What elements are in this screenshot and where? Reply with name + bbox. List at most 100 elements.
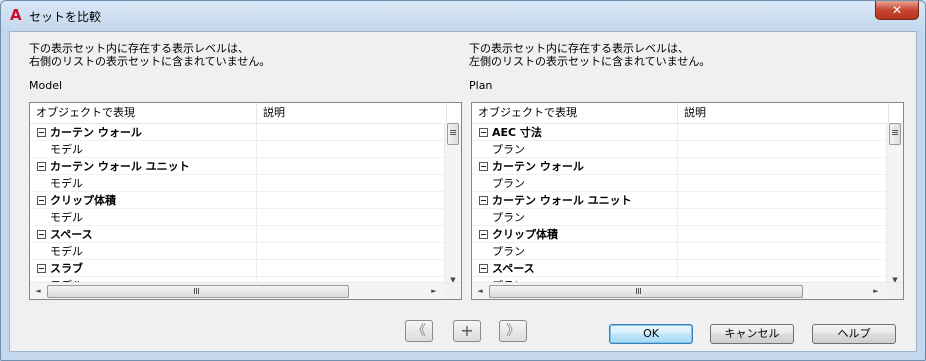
scroll-left-icon[interactable]: ◄ xyxy=(472,286,488,296)
group-row[interactable]: AEC 寸法 xyxy=(472,124,888,141)
row-label: クリップ体積 xyxy=(50,194,116,207)
row-label: AEC 寸法 xyxy=(492,126,542,139)
left-vertical-scrollbar[interactable]: ▲ ▼ xyxy=(444,123,461,285)
list-item[interactable]: モデル xyxy=(30,243,446,260)
column-separator xyxy=(256,226,257,242)
right-vscroll-thumb[interactable] xyxy=(889,123,901,145)
left-col-object[interactable]: オブジェクトで表現 xyxy=(30,103,257,123)
list-item[interactable]: プラン xyxy=(472,141,888,158)
list-item[interactable]: プラン xyxy=(472,175,888,192)
dialog-body: 下の表示セット内に存在する表示レベルは、 右側のリストの表示セットに含まれていま… xyxy=(9,31,917,352)
row-label: プラン xyxy=(492,211,525,224)
row-label: プラン xyxy=(492,177,525,190)
scroll-right-icon[interactable]: ► xyxy=(868,286,884,296)
collapse-icon[interactable] xyxy=(479,196,488,205)
group-row[interactable]: カーテン ウォール ユニット xyxy=(472,192,888,209)
move-left-button[interactable]: 《 xyxy=(405,320,433,342)
left-hscroll-thumb[interactable] xyxy=(47,285,349,298)
right-col-description[interactable]: 説明 xyxy=(678,103,889,123)
group-row[interactable]: スラブ xyxy=(30,260,446,277)
help-button[interactable]: ヘルプ xyxy=(812,324,896,344)
collapse-icon[interactable] xyxy=(37,264,46,273)
right-list-rows: AEC 寸法 プラン カーテン ウォール プラン カーテン ウォール ユニット プラン クリ… xyxy=(472,124,888,294)
group-row[interactable]: スペース xyxy=(472,260,888,277)
group-row[interactable]: クリップ体積 xyxy=(30,192,446,209)
column-separator xyxy=(677,175,678,191)
left-vscroll-thumb[interactable] xyxy=(447,123,459,145)
collapse-icon[interactable] xyxy=(37,196,46,205)
scroll-corner xyxy=(445,283,461,299)
list-item[interactable]: プラン xyxy=(472,243,888,260)
cancel-button[interactable]: キャンセル xyxy=(710,324,794,344)
title-bar: A セットを比較 ✕ xyxy=(1,1,925,31)
right-hscroll-thumb[interactable] xyxy=(489,285,803,298)
column-separator xyxy=(677,243,678,259)
column-separator xyxy=(256,209,257,225)
column-separator xyxy=(677,209,678,225)
group-row[interactable]: カーテン ウォール xyxy=(472,158,888,175)
group-row[interactable]: カーテン ウォール xyxy=(30,124,446,141)
row-label: モデル xyxy=(50,211,83,224)
left-description: 下の表示セット内に存在する表示レベルは、 右側のリストの表示セットに含まれていま… xyxy=(29,42,271,68)
column-separator xyxy=(677,141,678,157)
column-separator xyxy=(256,243,257,259)
right-horizontal-scrollbar[interactable]: ◄ ► xyxy=(472,282,903,299)
row-label: プラン xyxy=(492,143,525,156)
compare-sets-dialog: A セットを比較 ✕ 下の表示セット内に存在する表示レベルは、 右側のリストの表… xyxy=(0,0,926,361)
column-separator xyxy=(256,124,257,140)
column-separator xyxy=(256,175,257,191)
column-separator xyxy=(677,158,678,174)
collapse-icon[interactable] xyxy=(479,230,488,239)
row-label: プラン xyxy=(492,245,525,258)
list-item[interactable]: プラン xyxy=(472,209,888,226)
column-separator xyxy=(256,192,257,208)
row-label: スラブ xyxy=(50,262,83,275)
left-list-rows: カーテン ウォール モデル カーテン ウォール ユニット モデル クリップ体積 モデル スペ… xyxy=(30,124,446,294)
column-separator xyxy=(677,192,678,208)
column-separator xyxy=(256,141,257,157)
list-item[interactable]: モデル xyxy=(30,141,446,158)
column-separator xyxy=(256,158,257,174)
row-label: カーテン ウォール xyxy=(50,126,142,139)
scroll-right-icon[interactable]: ► xyxy=(426,286,442,296)
group-row[interactable]: カーテン ウォール ユニット xyxy=(30,158,446,175)
column-separator xyxy=(256,260,257,276)
list-item[interactable]: モデル xyxy=(30,175,446,192)
left-horizontal-scrollbar[interactable]: ◄ ► xyxy=(30,282,461,299)
left-list[interactable]: オブジェクトで表現 説明 カーテン ウォール モデル カーテン ウォール ユニットモ… xyxy=(29,102,462,300)
right-list[interactable]: オブジェクトで表現 説明 AEC 寸法 プラン カーテン ウォール プラン カーテン ウ… xyxy=(471,102,904,300)
row-label: カーテン ウォール ユニット xyxy=(492,194,632,207)
right-set-name: Plan xyxy=(469,79,493,92)
right-col-object[interactable]: オブジェクトで表現 xyxy=(472,103,678,123)
row-label: モデル xyxy=(50,143,83,156)
collapse-icon[interactable] xyxy=(37,162,46,171)
row-label: カーテン ウォール ユニット xyxy=(50,160,190,173)
collapse-icon[interactable] xyxy=(37,230,46,239)
collapse-icon[interactable] xyxy=(479,264,488,273)
list-item[interactable]: モデル xyxy=(30,209,446,226)
move-right-button[interactable]: 》 xyxy=(499,320,527,342)
scroll-left-icon[interactable]: ◄ xyxy=(30,286,46,296)
group-row[interactable]: クリップ体積 xyxy=(472,226,888,243)
right-vertical-scrollbar[interactable]: ▲ ▼ xyxy=(886,123,903,285)
collapse-icon[interactable] xyxy=(479,162,488,171)
right-list-header: オブジェクトで表現 説明 xyxy=(472,103,903,124)
row-label: スペース xyxy=(50,228,93,241)
row-label: モデル xyxy=(50,177,83,190)
collapse-icon[interactable] xyxy=(37,128,46,137)
column-separator xyxy=(677,124,678,140)
row-label: スペース xyxy=(492,262,535,275)
ok-button[interactable]: OK xyxy=(609,324,693,344)
right-description: 下の表示セット内に存在する表示レベルは、 左側のリストの表示セットに含まれていま… xyxy=(469,42,711,68)
add-button[interactable]: + xyxy=(453,320,481,342)
collapse-icon[interactable] xyxy=(479,128,488,137)
column-separator xyxy=(677,260,678,276)
column-separator xyxy=(677,226,678,242)
window-title: セットを比較 xyxy=(29,10,102,24)
left-set-name: Model xyxy=(29,79,63,92)
left-col-description[interactable]: 説明 xyxy=(257,103,447,123)
close-button[interactable]: ✕ xyxy=(875,1,919,20)
autocad-a-icon: A xyxy=(10,6,22,24)
group-row[interactable]: スペース xyxy=(30,226,446,243)
row-label: クリップ体積 xyxy=(492,228,558,241)
